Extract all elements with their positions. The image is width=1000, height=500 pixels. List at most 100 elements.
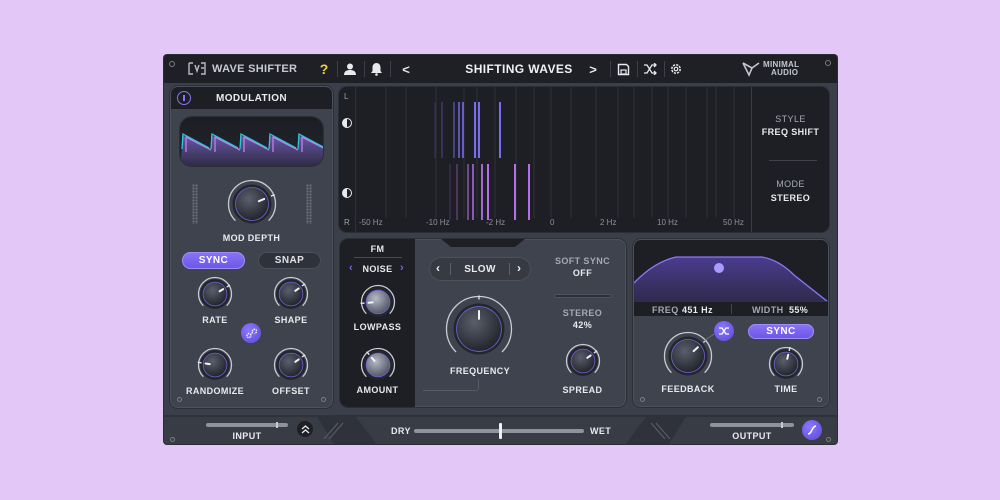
brand-logo: MINIMAL AUDIO <box>763 61 799 77</box>
feedback-label: FEEDBACK <box>661 384 715 394</box>
time-knob[interactable] <box>768 346 804 387</box>
left-shift-bar <box>462 102 464 158</box>
output-slider-thumb[interactable] <box>781 422 784 428</box>
divider <box>354 257 402 258</box>
next-preset-button[interactable]: > <box>584 60 602 78</box>
amount-label: AMOUNT <box>356 385 399 395</box>
right-shift-bar <box>467 164 469 220</box>
right-phase-button[interactable] <box>342 188 352 198</box>
soft-sync-value[interactable]: OFF <box>545 268 620 278</box>
question-icon: ? <box>319 61 329 77</box>
dry-wet-thumb[interactable] <box>499 423 502 439</box>
spectrum-graph <box>385 87 735 220</box>
lfo-waveform <box>180 132 323 166</box>
mod-depth-knob[interactable] <box>227 179 277 234</box>
tick-label: 2 Hz <box>600 218 617 227</box>
amount-knob[interactable] <box>360 347 396 388</box>
screw-icon <box>826 437 831 442</box>
offset-knob[interactable] <box>273 347 309 388</box>
knob-graphic <box>360 284 396 317</box>
soft-sync-slider[interactable] <box>554 294 612 298</box>
left-shift-bar <box>499 102 501 158</box>
spread-knob[interactable] <box>565 343 601 384</box>
right-shift-bar <box>449 164 451 220</box>
right-shift-bar <box>487 164 489 220</box>
left-shift-bar <box>453 102 455 158</box>
help-button[interactable]: ? <box>315 60 333 78</box>
filter-readout: FREQ 451 Hz WIDTH 55% <box>634 301 828 316</box>
input-expand-button[interactable] <box>297 421 313 437</box>
freq-value[interactable]: 451 Hz <box>682 305 713 315</box>
right-shift-bar <box>481 164 483 220</box>
divider <box>637 61 638 77</box>
time-sync-toggle[interactable]: SYNC <box>748 324 814 339</box>
width-value[interactable]: 55% <box>789 305 808 315</box>
mode-label: MODE <box>776 179 805 189</box>
knob-graphic <box>565 343 601 376</box>
shape-knob[interactable] <box>273 276 309 317</box>
bottom-bar: INPUT DRY WET OUTPUT <box>164 415 837 444</box>
fm-next-source-button[interactable]: › <box>400 262 404 274</box>
spread-label: SPREAD <box>562 385 603 395</box>
randomize-knob[interactable] <box>197 347 233 388</box>
tick-label: 0 <box>550 218 555 227</box>
prev-preset-button[interactable]: < <box>397 60 415 78</box>
shifter-panel: FM ‹ NOISE › LOWPASS AMOUNT ‹ SLOW › FRE… <box>340 239 626 407</box>
gear-icon <box>671 64 681 74</box>
shuffle-icon <box>644 63 657 75</box>
lfo-display[interactable] <box>180 117 323 166</box>
minimal-audio-logo-icon <box>742 61 760 77</box>
mode-selector[interactable]: STEREO <box>752 193 829 203</box>
fm-title: FM <box>370 244 385 254</box>
right-shift-bar <box>514 164 516 220</box>
left-shift-bar <box>434 102 436 158</box>
speed-selector: ‹ SLOW › <box>429 257 531 281</box>
divider <box>664 61 665 77</box>
lowpass-knob[interactable] <box>360 284 396 325</box>
left-shift-bar <box>441 102 443 158</box>
mod-depth-label: MOD DEPTH <box>222 233 281 243</box>
sync-toggle[interactable]: SYNC <box>182 252 245 269</box>
settings-button[interactable] <box>667 60 685 78</box>
freq-label: FREQ <box>652 305 679 315</box>
style-selector[interactable]: FREQ SHIFT <box>752 127 829 137</box>
output-label: OUTPUT <box>732 431 772 441</box>
notch <box>441 239 525 247</box>
output-clipper-button[interactable] <box>802 420 822 440</box>
notifications-button[interactable] <box>367 60 385 78</box>
divider <box>509 263 510 275</box>
crossover-icon <box>719 327 729 335</box>
decorative-stripes <box>322 421 352 440</box>
frequency-knob[interactable] <box>445 295 513 368</box>
frequency-axis: -50 Hz -10 Hz -2 Hz 0 2 Hz 10 Hz 50 Hz <box>355 218 751 230</box>
style-label: STYLE <box>775 114 806 124</box>
divider <box>364 61 365 77</box>
chevron-right-icon: › <box>517 261 521 275</box>
input-slider[interactable] <box>206 422 288 428</box>
speed-next-button[interactable]: › <box>517 261 521 275</box>
s-curve-icon <box>807 425 817 435</box>
lowpass-label: LOWPASS <box>353 322 402 332</box>
screw-icon <box>177 397 182 402</box>
knob-graphic <box>768 346 804 379</box>
meter-right <box>306 184 312 224</box>
time-label: TIME <box>774 384 798 394</box>
save-button[interactable] <box>614 60 632 78</box>
feedback-mode-button[interactable] <box>714 321 734 341</box>
link-button[interactable] <box>241 323 261 343</box>
account-button[interactable] <box>341 60 359 78</box>
stereo-label: STEREO <box>562 308 603 318</box>
speed-prev-button[interactable]: ‹ <box>436 261 440 275</box>
filter-panel: FREQ 451 Hz WIDTH 55% FEEDBACK SYNC TIME <box>633 239 829 407</box>
shape-label: SHAPE <box>274 315 308 325</box>
input-slider-thumb[interactable] <box>275 422 278 428</box>
output-slider[interactable] <box>710 422 794 428</box>
dry-wet-slider[interactable] <box>414 423 584 439</box>
wet-label: WET <box>590 426 612 436</box>
chevron-right-icon: > <box>589 61 597 77</box>
dry-label: DRY <box>391 426 411 436</box>
snap-toggle[interactable]: SNAP <box>258 252 321 269</box>
randomize-preset-button[interactable] <box>641 60 659 78</box>
left-phase-button[interactable] <box>342 118 352 128</box>
rate-knob[interactable] <box>197 276 233 317</box>
